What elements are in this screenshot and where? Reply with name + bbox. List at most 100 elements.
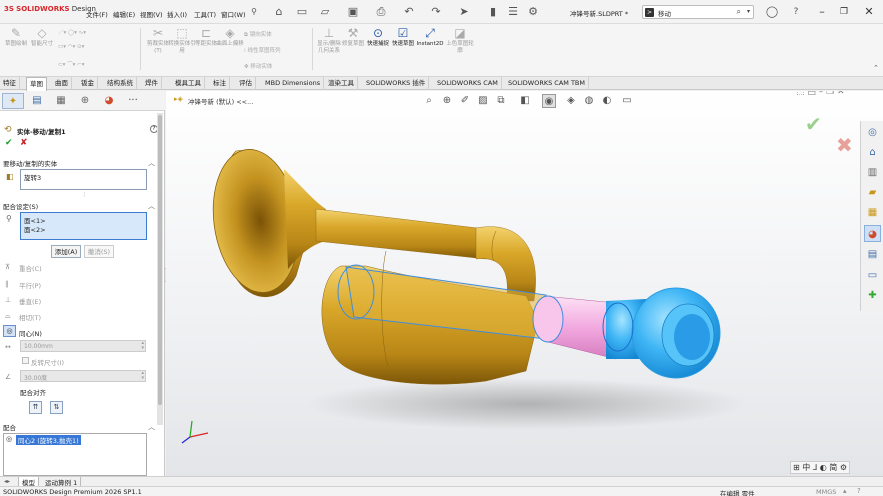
offset-on-surface-button[interactable]: ◈ 曲面上偏移	[216, 26, 244, 72]
mate-concentric[interactable]: 同心(N)	[19, 328, 42, 338]
forum-icon[interactable]: ▭	[864, 267, 881, 284]
collapse-icon[interactable]: ︿	[148, 422, 155, 432]
anti-aligned-icon[interactable]: ⇅	[50, 401, 63, 414]
panel-scrollbar[interactable]	[157, 113, 163, 425]
3d-content-icon[interactable]: ▥	[864, 164, 881, 181]
resize-handle[interactable]: ⋮	[82, 192, 87, 198]
help-icon[interactable]: ?	[789, 5, 803, 19]
display-manager-tab-icon[interactable]: ◕	[98, 93, 120, 109]
smart-dimension-button[interactable]: ◇ 智能尺寸	[28, 26, 56, 72]
slot-tools[interactable]: ⊂▾ ⌒▾ ⌐▾	[58, 60, 85, 68]
options-gear-icon[interactable]: ⚙	[526, 5, 540, 19]
rect-tools[interactable]: ▭▾ ◠▾ ⊙▾	[58, 44, 84, 50]
tab-sketch[interactable]: 草图	[26, 77, 47, 91]
graphics-area[interactable]: ▸◈ 冲锋号新 (默认) <<... ⌕ ⊕ ✐ ▨ ⧉ ◧ ◉ ◈ ◍ ◐ ▭…	[166, 91, 883, 476]
home-icon[interactable]: ⌂	[272, 5, 286, 19]
mate-perpendicular[interactable]: 垂直(E)	[19, 296, 41, 306]
tab-sheet-metal[interactable]: 钣金	[78, 77, 98, 90]
collapse-icon[interactable]: ︿	[148, 158, 155, 168]
new-document-icon[interactable]: ▭	[295, 5, 309, 19]
mate-tangent[interactable]: 相切(T)	[19, 312, 41, 322]
menu-edit[interactable]: 编辑(E)	[113, 9, 135, 19]
tab-solidworks-cam[interactable]: SOLIDWORKS CAM	[434, 77, 502, 90]
tab-solidworks-addins[interactable]: SOLIDWORKS 插件	[363, 77, 430, 90]
rapid-sketch-button[interactable]: ☑ 快速草图	[389, 26, 417, 72]
tab-evaluate[interactable]: 评估	[236, 77, 256, 90]
dimxpert-tab-icon[interactable]: ⊕	[74, 93, 96, 109]
search-commands-input[interactable]: > 移动 ⌕ ▾	[642, 5, 754, 19]
undo-mate-button[interactable]: 撤消(S)	[84, 245, 114, 258]
line-tools[interactable]: ／▾ ◯▾ ∿▾	[58, 28, 86, 36]
tab-markup[interactable]: 标注	[210, 77, 230, 90]
tab-mold-tools[interactable]: 模具工具	[172, 77, 205, 90]
spinner-icon[interactable]: ▴ ▾	[141, 341, 144, 351]
status-help-icon[interactable]: ?	[857, 487, 861, 495]
add-ins-icon[interactable]: ✚	[864, 287, 881, 304]
status-units[interactable]: MMGS	[816, 488, 836, 496]
tab-features[interactable]: 特征	[0, 77, 20, 90]
tab-weldments[interactable]: 焊件	[142, 77, 162, 90]
file-properties-icon[interactable]: ☰	[506, 5, 520, 19]
menu-tools[interactable]: 工具(T)	[194, 9, 216, 19]
menu-insert[interactable]: 插入(I)	[167, 9, 187, 19]
restore-button[interactable]: ❐	[836, 4, 852, 20]
angle-input[interactable]: 30.00度 ▴ ▾	[20, 370, 146, 382]
redo-icon[interactable]: ↷	[429, 5, 443, 19]
aligned-icon[interactable]: ⇈	[29, 401, 42, 414]
spinner-icon[interactable]: ▴ ▾	[141, 371, 144, 381]
tab-render-tools[interactable]: 渲染工具	[325, 77, 358, 90]
collapse-icon[interactable]: ︿	[148, 201, 155, 211]
open-folder-icon[interactable]: ▱	[318, 5, 332, 19]
shaded-sketch-contours-button[interactable]: ◪ 上色草图轮廓	[446, 26, 474, 72]
close-button[interactable]: ✕	[861, 4, 877, 20]
mirror-entities-button[interactable]: ⧉ 镜向实体	[244, 30, 272, 39]
file-explorer-icon[interactable]: ▰	[864, 184, 881, 201]
select-icon[interactable]: ➤	[457, 5, 471, 19]
feature-manager-tab-icon[interactable]: ✦	[2, 93, 24, 109]
menu-view[interactable]: 视图(V)	[140, 9, 163, 19]
bugle-model[interactable]	[166, 91, 883, 476]
quick-snaps-button[interactable]: ⊙ 快速捕捉	[364, 26, 392, 72]
ok-check-icon[interactable]: ✔	[5, 138, 13, 148]
property-manager-tab-icon[interactable]: ▤	[26, 93, 48, 109]
home-icon[interactable]: ⌂	[864, 144, 881, 161]
more-tabs-icon[interactable]: ···	[122, 93, 144, 109]
user-account-icon[interactable]: ◯	[765, 5, 779, 19]
chevron-down-icon[interactable]: ▾	[747, 8, 750, 15]
rebuild-icon[interactable]: ▮	[486, 5, 500, 19]
mate-references-box[interactable]: 面<1> 面<2>	[20, 212, 147, 240]
search-icon[interactable]: ⌕	[737, 7, 741, 17]
menu-window[interactable]: 窗口(W)	[221, 9, 246, 19]
flip-dimension-checkbox[interactable]	[22, 357, 29, 364]
tab-structure-system[interactable]: 结构系统	[104, 77, 137, 90]
minimize-button[interactable]: –	[814, 4, 830, 20]
move-entities-button[interactable]: ✥ 移动实体	[244, 62, 272, 70]
design-library-icon[interactable]: ▦	[864, 204, 881, 221]
undo-icon[interactable]: ↶	[402, 5, 416, 19]
instant2d-button[interactable]: ⤢ Instant2D	[414, 26, 446, 72]
mate-parallel[interactable]: 平行(P)	[19, 280, 41, 290]
status-options-icon[interactable]: ▴	[843, 487, 847, 495]
repair-sketch-button[interactable]: ⚒ 修复草图	[339, 26, 367, 72]
save-icon[interactable]: ▣	[346, 5, 360, 19]
tab-nav-arrows[interactable]: ◂▸	[4, 478, 10, 485]
sketch-button[interactable]: ✎ 草图绘制	[2, 26, 30, 72]
add-button[interactable]: 添加(A)	[51, 245, 81, 258]
mate-list-entry[interactable]: 同心2 (旋转3,抛壳1)	[16, 435, 81, 445]
solidworks-resources-icon[interactable]: ◎	[864, 124, 881, 141]
mate-coincident[interactable]: 重合(C)	[19, 263, 42, 273]
linear-pattern-button[interactable]: ⁞ 线性草图阵列	[244, 46, 281, 54]
upper-tube[interactable]	[315, 208, 487, 260]
appearances-icon[interactable]: ◕	[864, 225, 881, 242]
bodies-selection-box[interactable]: 旋转3	[20, 169, 147, 190]
tab-surfaces[interactable]: 曲面	[52, 77, 72, 90]
tab-solidworks-cam-tbm[interactable]: SOLIDWORKS CAM TBM	[505, 77, 589, 90]
collapse-ribbon-icon[interactable]: ⌃	[873, 64, 879, 72]
concentric-icon[interactable]: ◎	[3, 325, 16, 337]
tab-mbd-dimensions[interactable]: MBD Dimensions	[262, 77, 325, 90]
solidworks-logo[interactable]: 3S SOLIDWORKS Design	[4, 5, 96, 13]
mates-list[interactable]: ◎ 同心2 (旋转3,抛壳1)	[3, 433, 147, 476]
pink-sleeve-ring[interactable]	[532, 295, 564, 343]
configuration-manager-tab-icon[interactable]: ▦	[50, 93, 72, 109]
pin-icon[interactable]: ⚲	[247, 5, 261, 19]
